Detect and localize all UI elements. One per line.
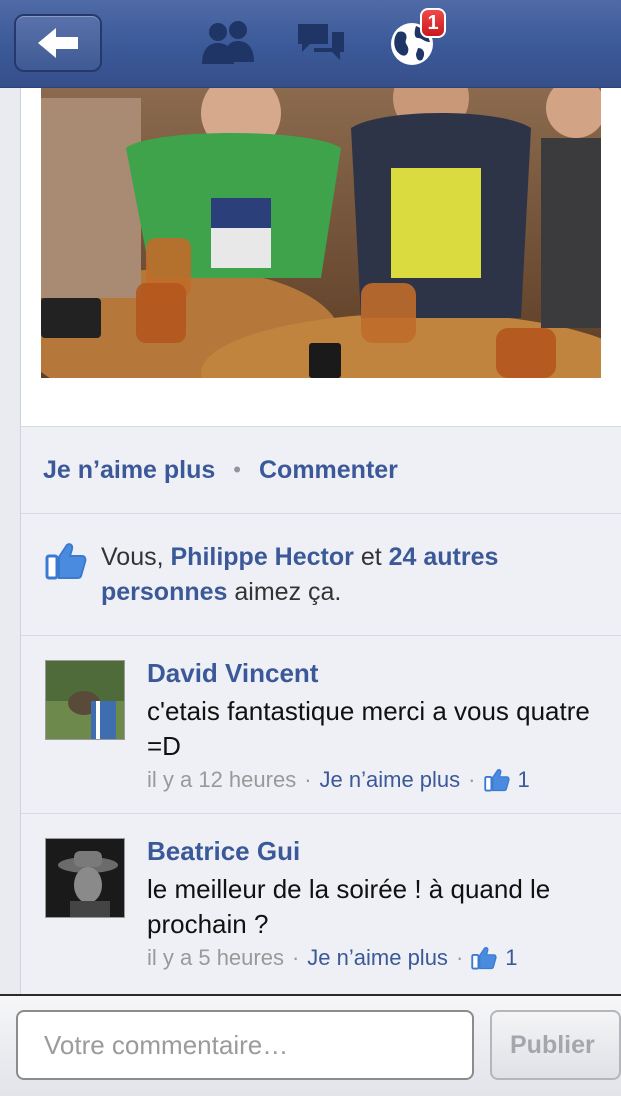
comment-composer: Publier: [0, 994, 621, 1096]
friends-icon: [202, 21, 254, 64]
avatar[interactable]: [45, 838, 125, 918]
comment-text: le meilleur de la soirée ! à quand le pr…: [147, 874, 551, 939]
comment-like-count[interactable]: 1: [505, 945, 517, 971]
meta-separator: ·: [455, 945, 464, 970]
comment-unlike-link[interactable]: Je n’aime plus: [320, 767, 461, 793]
avatar[interactable]: [45, 660, 125, 740]
comment-meta: il y a 5 heures · Je n’aime plus · 1: [147, 945, 518, 971]
friends-button[interactable]: [198, 18, 258, 71]
comment-time: il y a 12 heures: [147, 767, 297, 792]
likes-summary: Vous, Philippe Hector et 24 autres perso…: [21, 514, 621, 636]
comment-item: David Vincent c'etais fantastique merci …: [21, 636, 621, 814]
comment-like-count[interactable]: 1: [518, 767, 530, 793]
comment-text: c'etais fantastique merci a vous quatre …: [147, 696, 590, 761]
comment-input[interactable]: [16, 1010, 474, 1080]
comment-item: Beatrice Gui le meilleur de la soirée ! …: [21, 814, 621, 994]
liker-link[interactable]: Philippe Hector: [171, 543, 354, 571]
group-photo[interactable]: [41, 88, 601, 378]
feed-story: Je n’aime plus • Commenter Vous, Philipp…: [20, 88, 621, 994]
comment-author[interactable]: Beatrice Gui: [147, 836, 300, 867]
likes-prefix: Vous,: [101, 543, 171, 571]
meta-separator: ·: [291, 945, 300, 970]
messages-button[interactable]: [294, 22, 346, 69]
top-nav-bar: 1: [0, 0, 621, 88]
arrow-left-icon: [38, 28, 78, 58]
messages-icon: [298, 24, 344, 60]
story-actions: Je n’aime plus • Commenter: [21, 426, 621, 514]
thumbs-up-icon: [471, 946, 497, 970]
photo-container: [21, 88, 621, 426]
meta-separator: ·: [468, 767, 476, 792]
unlike-link[interactable]: Je n’aime plus: [43, 456, 215, 485]
comment-time: il y a 5 heures: [147, 945, 284, 970]
comment-unlike-link[interactable]: Je n’aime plus: [307, 945, 448, 971]
likes-middle: et: [353, 543, 389, 571]
comment-meta: il y a 12 heures · Je n’aime plus · 1: [147, 767, 530, 793]
meta-separator: ·: [304, 767, 312, 792]
action-separator: •: [233, 457, 241, 482]
thumbs-up-icon: [483, 768, 510, 792]
notification-badge: 1: [420, 8, 446, 38]
thumbs-up-icon: [45, 543, 87, 580]
likes-text: Vous, Philippe Hector et 24 autres perso…: [101, 540, 601, 610]
comment-link[interactable]: Commenter: [259, 456, 398, 485]
publish-button[interactable]: Publier: [490, 1010, 621, 1080]
likes-suffix: aimez ça.: [227, 578, 342, 606]
comment-author[interactable]: David Vincent: [147, 658, 318, 689]
back-button[interactable]: [14, 14, 102, 72]
